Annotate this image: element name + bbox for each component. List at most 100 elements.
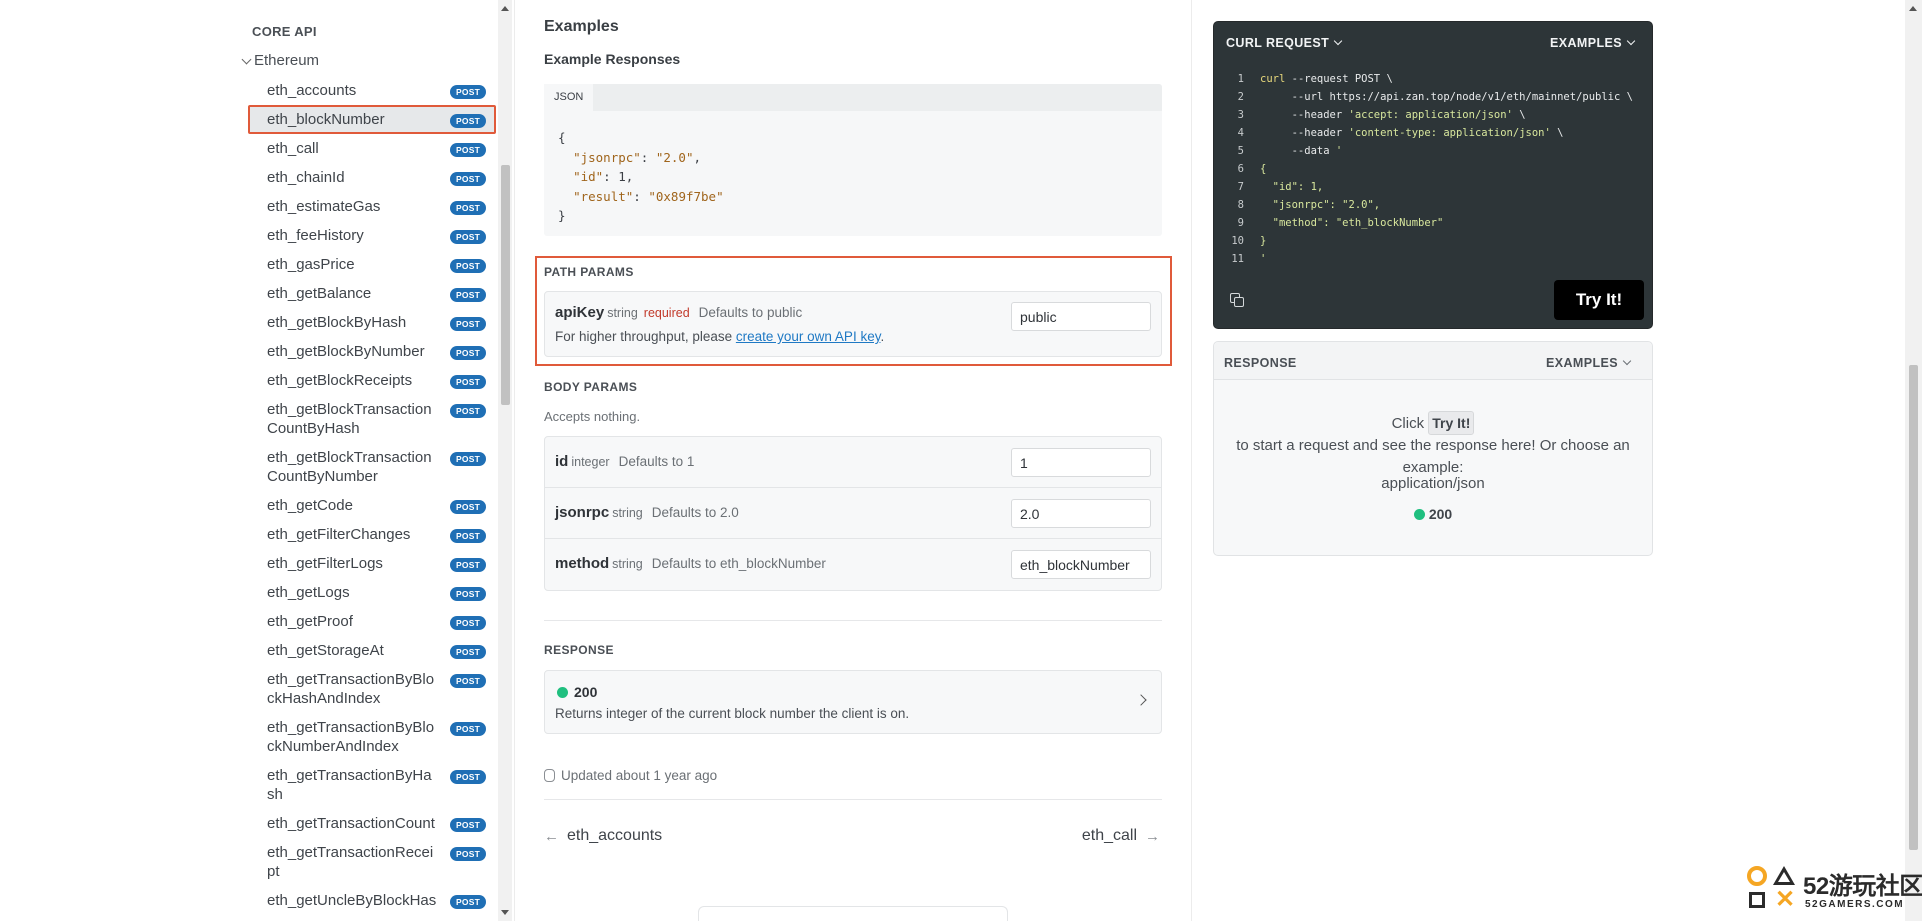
code-tail: \	[1512, 109, 1526, 121]
line-number: 10	[1231, 235, 1244, 247]
app: CORE API Ethereum eth_accounts POST eth_bl…	[0, 0, 1922, 921]
line-number: 4	[1237, 127, 1244, 139]
curl-examples-dropdown[interactable]: EXAMPLES	[1550, 36, 1636, 50]
updated-info: Updated about 1 year ago	[544, 768, 717, 783]
copy-icon[interactable]	[1230, 293, 1244, 307]
accepts-text: Accepts nothing.	[544, 409, 641, 424]
sidebar-item[interactable]: eth_getStorageAt POST	[248, 636, 496, 665]
watermark-logo: ✕ 52游玩社区 52GAMERS.COM	[1745, 862, 1922, 918]
jsonrpc-input[interactable]	[1011, 499, 1151, 528]
sidebar-item[interactable]: eth_getBlockTransactionCountByNumber POST	[248, 443, 496, 491]
json-value: "2.0"	[655, 149, 694, 165]
sidebar: CORE API Ethereum eth_accounts POST eth_bl…	[238, 0, 498, 921]
code-line: 2 --url https://api.zan.top/node/v1/eth/…	[1226, 88, 1633, 106]
sidebar-item[interactable]: eth_accounts POST	[248, 76, 496, 105]
sidebar-item[interactable]: eth_getTransactionByHash POST	[248, 761, 496, 809]
method-input[interactable]	[1011, 550, 1151, 579]
sidebar-scroll-thumb[interactable]	[501, 165, 510, 405]
sidebar-item[interactable]: eth_getProof POST	[248, 607, 496, 636]
post-badge: POST	[450, 143, 486, 157]
code-line: 6{	[1226, 160, 1633, 178]
code-string: "jsonrpc": "2.0",	[1260, 199, 1381, 211]
sidebar-item[interactable]: eth_getBlockReceipts POST	[248, 366, 496, 395]
sidebar-group-ethereum[interactable]: Ethereum	[242, 52, 319, 69]
response-example-200[interactable]: 200	[1214, 506, 1652, 522]
try-it-button[interactable]: Try It!	[1554, 280, 1644, 320]
updated-text: Updated about 1 year ago	[561, 768, 718, 783]
line-number: 5	[1237, 145, 1244, 157]
line-number: 11	[1231, 253, 1244, 265]
sidebar-item-label: eth_getTransactionByBlockHashAndIndex	[267, 671, 435, 707]
scroll-up-icon[interactable]	[501, 6, 509, 11]
sidebar-item[interactable]: eth_getTransactionCount POST	[248, 809, 496, 838]
json-close: }	[558, 208, 566, 223]
param-default: Defaults to eth_blockNumber	[651, 556, 826, 571]
json-key: "jsonrpc"	[573, 149, 641, 165]
sidebar-item[interactable]: eth_getTransactionByBlockNumberAndIndex P…	[248, 713, 496, 761]
param-row-apikey: apiKeystring required Defaults to public F…	[545, 292, 1161, 358]
param-type: string	[612, 557, 643, 571]
apikey-input[interactable]	[1011, 302, 1151, 331]
line-number: 2	[1237, 91, 1244, 103]
curl-title-label: CURL REQUEST	[1226, 36, 1330, 50]
page-scroll-thumb[interactable]	[1909, 365, 1918, 850]
prev-page-link[interactable]: ← eth_accounts	[544, 827, 662, 845]
post-badge: POST	[450, 674, 486, 688]
param-name: method string Defaults to eth_blockNumber	[555, 555, 826, 572]
sidebar-item[interactable]: eth_getLogs POST	[248, 578, 496, 607]
param-type: string	[607, 306, 638, 320]
code-keyword: curl	[1260, 73, 1286, 85]
sidebar-item[interactable]: eth_call POST	[248, 134, 496, 163]
right-panel: CURL REQUEST EXAMPLES 1 curl --request PO…	[1193, 0, 1673, 921]
scroll-up-icon[interactable]	[1909, 6, 1917, 11]
sidebar-item[interactable]: eth_getCode POST	[248, 491, 496, 520]
sidebar-item[interactable]: eth_getTransactionByBlockHashAndIndex POS…	[248, 665, 496, 713]
response-examples-dropdown[interactable]: EXAMPLES	[1546, 356, 1632, 370]
param-default: Defaults to 1	[618, 454, 695, 469]
scroll-down-icon[interactable]	[501, 910, 509, 915]
sidebar-item[interactable]: eth_getBalance POST	[248, 279, 496, 308]
sidebar-item[interactable]: eth_getFilterChanges POST	[248, 520, 496, 549]
sidebar-item[interactable]: eth_getBlockByHash POST	[248, 308, 496, 337]
sidebar-item-label: eth_feeHistory	[267, 227, 364, 244]
param-desc-prefix: For higher throughput, please	[555, 329, 736, 344]
tab-json[interactable]: JSON	[544, 84, 594, 111]
sidebar-item-label: eth_getCode	[267, 497, 353, 514]
sidebar-item[interactable]: eth_getBlockTransactionCountByHash POST	[248, 395, 496, 443]
line-number: 7	[1237, 181, 1244, 193]
response-panel: RESPONSE EXAMPLES Click Try It! to start…	[1213, 341, 1653, 556]
page-scrollbar[interactable]	[1905, 0, 1922, 921]
response-200-card[interactable]: 200 Returns integer of the current block…	[544, 670, 1162, 734]
sidebar-item[interactable]: eth_blockNumber POST	[248, 105, 496, 134]
param-row-method: method string Defaults to eth_blockNumber	[545, 539, 1161, 590]
next-page-link[interactable]: eth_call →	[1082, 827, 1160, 845]
code-string: '	[1260, 253, 1267, 265]
param-name: jsonrpc string Defaults to 2.0	[555, 504, 739, 521]
sidebar-scrollbar[interactable]	[498, 0, 512, 921]
sidebar-item[interactable]: eth_getTransactionReceipt POST	[248, 838, 496, 886]
watermark-brand: 52游玩社区	[1803, 873, 1922, 900]
footer-widget	[698, 906, 1008, 921]
sidebar-item[interactable]: eth_estimateGas POST	[248, 192, 496, 221]
sidebar-item-label: eth_getTransactionCount	[267, 815, 435, 832]
sidebar-item-label: eth_getBlockByHash	[267, 314, 407, 331]
code-line: 8 "jsonrpc": "2.0",	[1226, 196, 1633, 214]
post-badge: POST	[450, 201, 486, 215]
code-string: "id": 1,	[1260, 181, 1324, 193]
sidebar-item[interactable]: eth_chainId POST	[248, 163, 496, 192]
id-input[interactable]	[1011, 448, 1151, 477]
response-title: RESPONSE	[544, 643, 614, 657]
sidebar-item-label: eth_getTransactionReceipt	[267, 844, 434, 880]
sidebar-list: eth_accounts POST eth_blockNumber POST eth_c…	[248, 76, 496, 915]
response-status-code: 200	[574, 684, 598, 700]
create-api-key-link[interactable]: create your own API key	[736, 329, 881, 344]
sidebar-item[interactable]: eth_getUncleByBlockHas POST	[248, 886, 496, 915]
sidebar-item[interactable]: eth_getBlockByNumber POST	[248, 337, 496, 366]
sidebar-item-label: eth_getTransactionByBlockNumberAndIndex	[267, 719, 435, 755]
sidebar-item[interactable]: eth_feeHistory POST	[248, 221, 496, 250]
post-badge: POST	[450, 288, 486, 302]
main-content: Examples Example Responses JSON { "jsonr…	[514, 0, 1192, 921]
sidebar-item[interactable]: eth_gasPrice POST	[248, 250, 496, 279]
curl-request-dropdown[interactable]: CURL REQUEST	[1226, 36, 1343, 50]
sidebar-item[interactable]: eth_getFilterLogs POST	[248, 549, 496, 578]
